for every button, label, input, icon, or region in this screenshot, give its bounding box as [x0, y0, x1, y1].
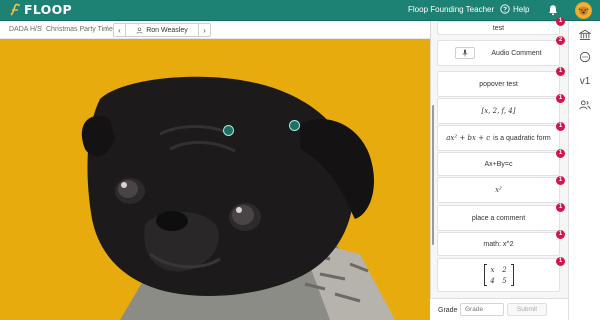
comment-marker[interactable]	[223, 125, 234, 136]
breadcrumb-separator: /	[40, 26, 42, 33]
submission-image[interactable]	[0, 39, 430, 320]
comment-count-badge: 1	[556, 67, 565, 76]
matrix-grid: x 2 4 5	[487, 266, 511, 285]
submit-grade-button[interactable]: Submit	[507, 303, 547, 316]
comments-scrollbar[interactable]	[432, 105, 434, 245]
comment-card[interactable]: math: x^2	[437, 232, 560, 256]
next-student-button[interactable]: ›	[198, 24, 210, 36]
previous-student-button[interactable]: ‹	[114, 24, 126, 36]
comment-count-badge: 1	[556, 257, 565, 266]
grade-bar: Grade : Submit	[430, 298, 572, 320]
grade-input[interactable]	[460, 303, 504, 316]
comment-card[interactable]: place a comment	[437, 205, 560, 231]
matrix-cell: x	[490, 265, 495, 274]
teacher-name[interactable]: Floop Founding Teacher	[408, 5, 494, 14]
chevron-left-icon: ‹	[118, 25, 121, 35]
rail-people[interactable]	[577, 97, 593, 113]
bank-icon	[579, 29, 591, 40]
matrix-cell: 5	[502, 276, 507, 285]
comment-count-badge: 1	[556, 94, 565, 103]
student-name: Ron Weasley	[146, 26, 188, 34]
comment-text: test	[492, 24, 505, 32]
comment-card[interactable]: x 2 4 5	[437, 258, 560, 292]
comment-count-badge: 1	[556, 149, 565, 158]
comment-card[interactable]: x²	[437, 177, 560, 203]
chat-bubble-icon	[579, 51, 591, 63]
comment-count-badge: 1	[556, 17, 565, 26]
comment-count-badge: 1	[556, 122, 565, 131]
right-rail: v1	[568, 21, 600, 320]
student-selector[interactable]: Ron Weasley	[126, 24, 198, 36]
grade-label: Grade :	[438, 307, 462, 314]
matrix-bracket-right	[510, 264, 514, 286]
comment-math: ax² + bx + c	[446, 134, 491, 142]
comment-card[interactable]: [x, 2, f, 4]	[437, 98, 560, 124]
help-label: Help	[513, 4, 530, 14]
people-icon	[579, 100, 591, 110]
rail-comments[interactable]	[577, 49, 593, 65]
help-link[interactable]: Help	[500, 4, 529, 14]
version-label: v1	[579, 75, 591, 87]
breadcrumb-assignment[interactable]: Christmas Party Time	[46, 26, 113, 33]
dog-avatar-icon	[578, 6, 589, 16]
user-avatar[interactable]	[575, 2, 592, 19]
floop-logo-icon	[10, 3, 20, 16]
matrix-cell: 4	[490, 276, 495, 285]
comment-count-badge: 1	[556, 176, 565, 185]
rail-version[interactable]: v1	[577, 73, 593, 89]
comment-text: math: x^2	[483, 240, 514, 248]
rail-bank[interactable]	[577, 27, 593, 43]
comment-math: x²	[495, 186, 502, 194]
help-circle-icon	[500, 4, 510, 14]
breadcrumb: DADA H/S / Christmas Party Time / ‹ Ron …	[0, 21, 430, 39]
comment-math: [x, 2, f, 4]	[481, 107, 516, 115]
user-icon	[136, 27, 143, 34]
top-header: FLOOP Floop Founding Teacher Help	[0, 0, 600, 21]
student-switcher: ‹ Ron Weasley ›	[113, 23, 211, 37]
breadcrumb-separator: /	[106, 26, 108, 33]
comment-text: Audio Comment	[491, 49, 542, 57]
comment-matrix: x 2 4 5	[483, 264, 514, 286]
comment-count-badge: 1	[556, 230, 565, 239]
bell-icon[interactable]	[547, 4, 559, 16]
matrix-cell: 2	[502, 265, 507, 274]
comment-card[interactable]: popover test	[437, 71, 560, 97]
logo-text: FLOOP	[24, 2, 72, 17]
breadcrumb-course[interactable]: DADA H/S	[9, 26, 42, 33]
chevron-right-icon: ›	[203, 25, 206, 35]
comment-count-badge: 2	[556, 36, 565, 45]
comment-text: is a quadratic form	[493, 134, 551, 142]
comment-text: place a comment	[471, 214, 526, 222]
comment-text: popover test	[479, 80, 518, 88]
audio-record-button[interactable]	[455, 47, 476, 59]
comment-card[interactable]: Ax+By=c	[437, 152, 560, 176]
floop-logo[interactable]: FLOOP	[8, 3, 72, 17]
pug-photo	[0, 39, 430, 320]
comment-card[interactable]: ax² + bx + c is a quadratic form	[437, 125, 560, 151]
comment-count-badge: 1	[556, 203, 565, 212]
comment-card[interactable]: Audio Comment	[437, 40, 560, 66]
comment-marker[interactable]	[289, 120, 300, 131]
comment-text: Ax+By=c	[484, 160, 513, 168]
comment-card[interactable]: test	[437, 21, 560, 35]
microphone-icon	[463, 49, 468, 57]
